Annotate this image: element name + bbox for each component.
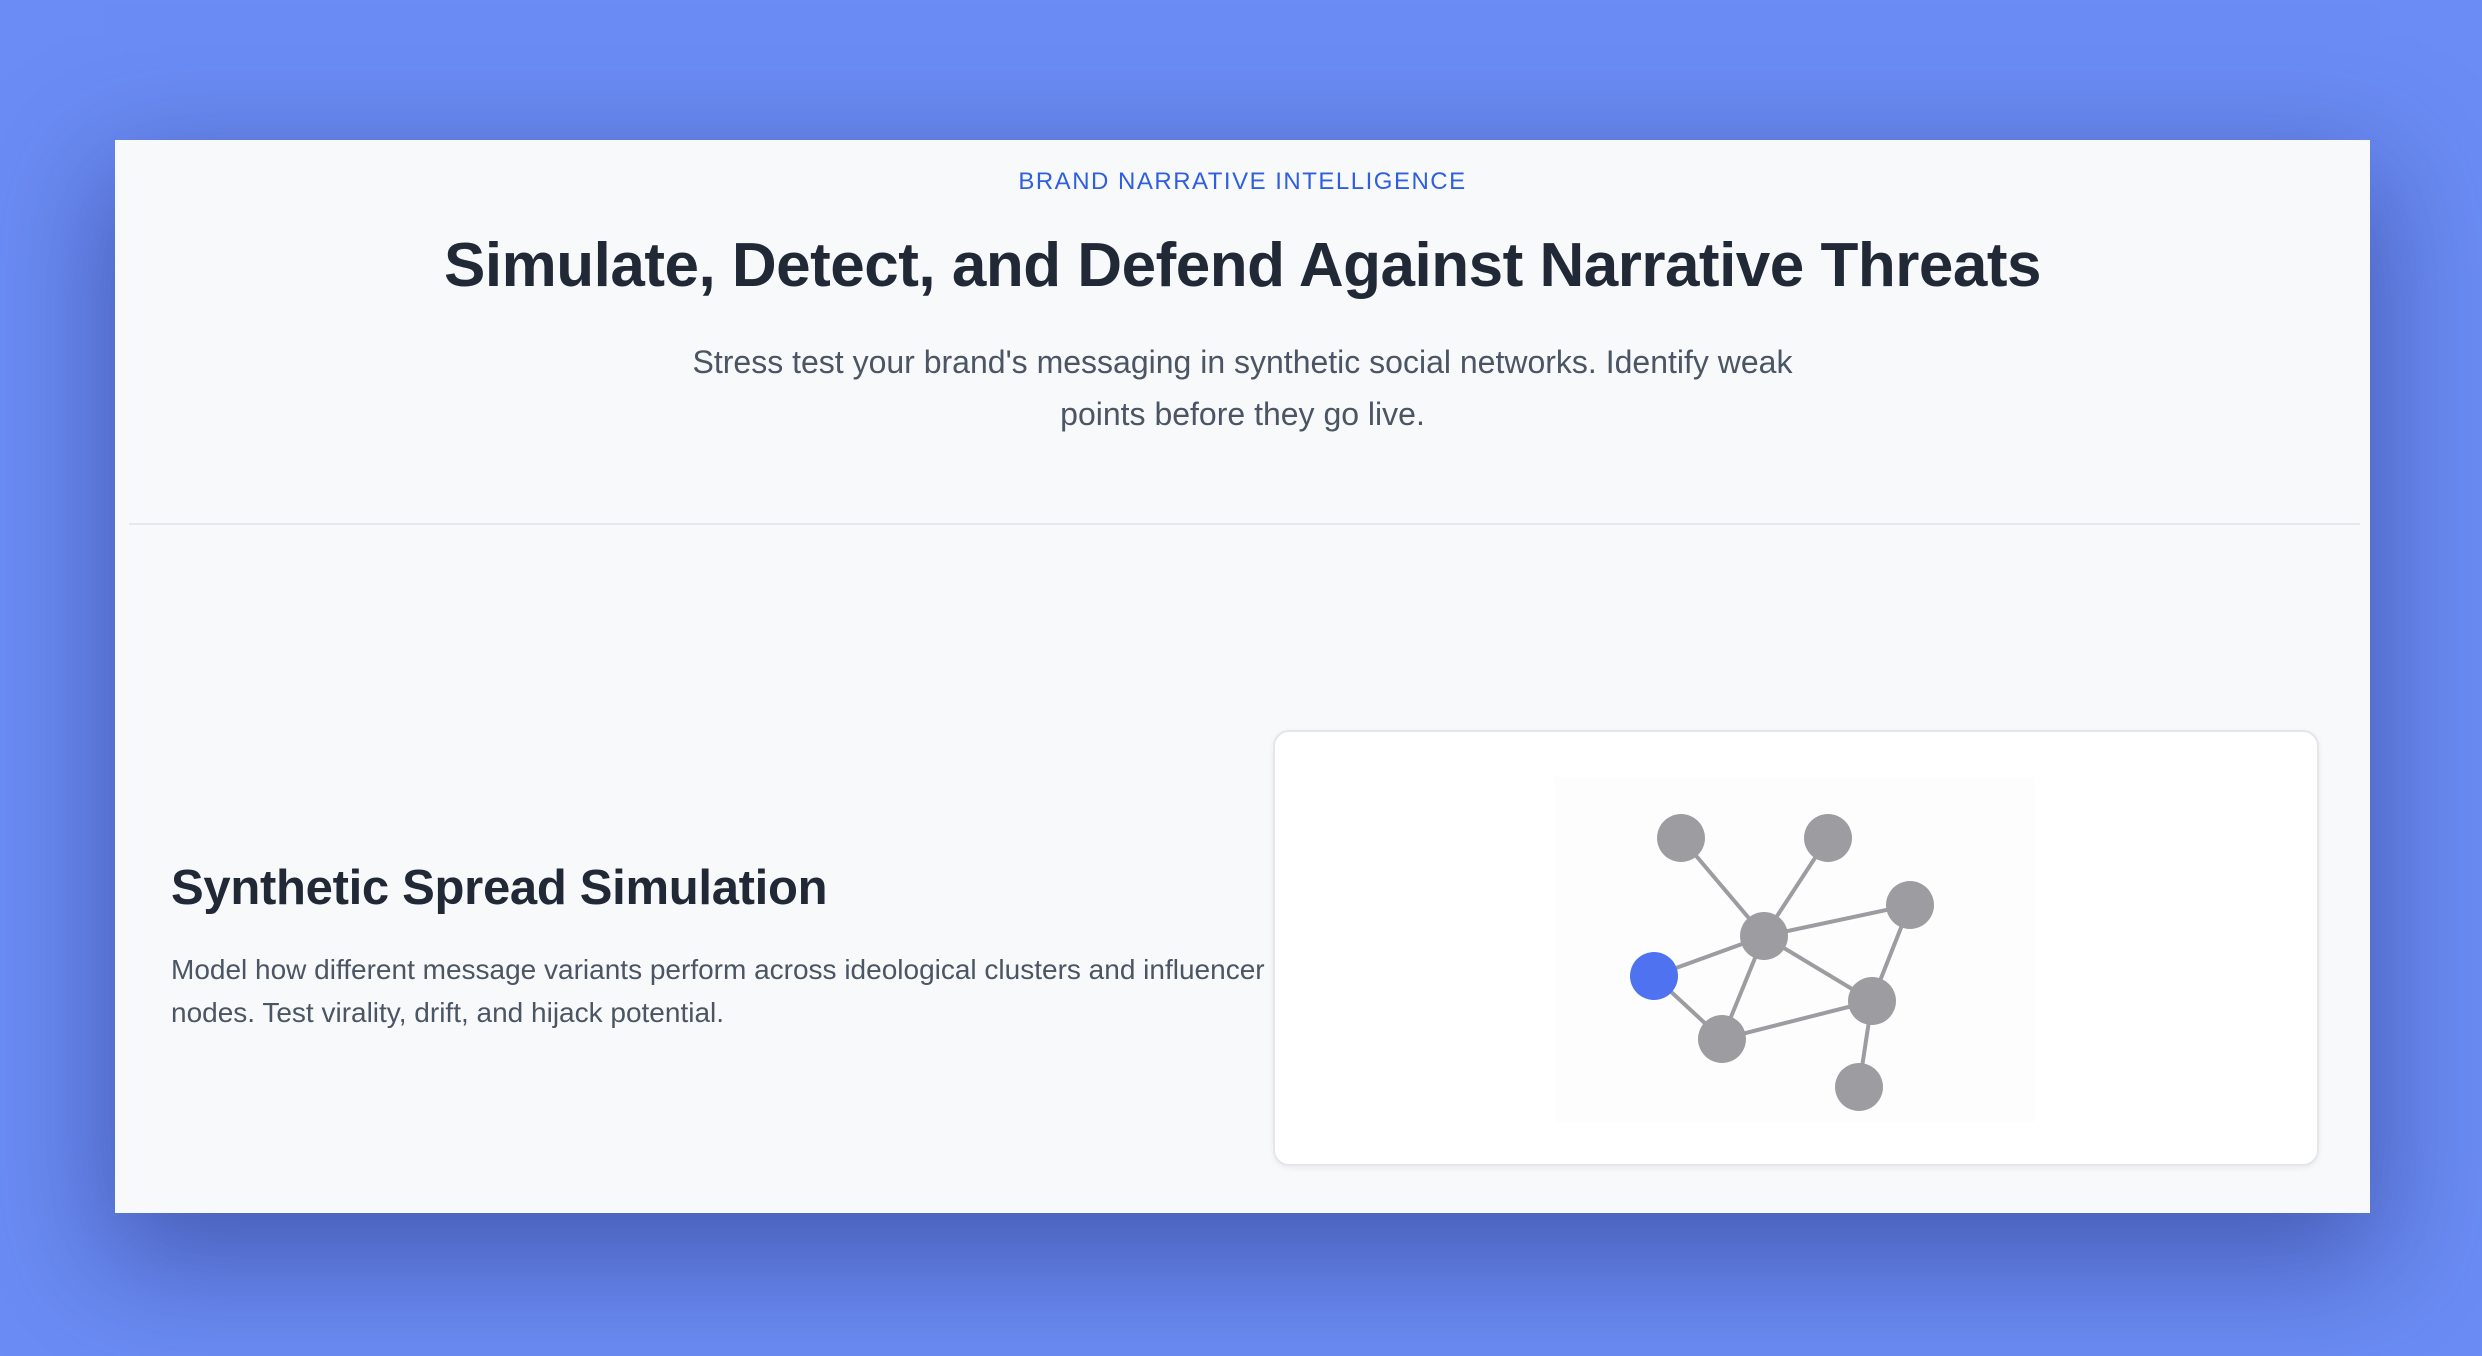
network-graph-area <box>1555 777 2035 1122</box>
section-divider <box>129 523 2360 525</box>
network-visualization-card <box>1273 730 2319 1166</box>
eyebrow-label: BRAND NARRATIVE INTELLIGENCE <box>1018 168 1467 195</box>
network-node <box>1886 881 1934 929</box>
seed-node <box>1630 952 1678 1000</box>
network-node <box>1848 977 1896 1025</box>
feature-title: Synthetic Spread Simulation <box>171 861 828 915</box>
network-node <box>1835 1063 1883 1111</box>
feature-description: Model how different message variants per… <box>171 954 1265 1028</box>
network-edges <box>1652 836 1912 1089</box>
landing-section: BRAND NARRATIVE INTELLIGENCE Simulate, D… <box>115 140 2370 1213</box>
network-hub-node <box>1740 912 1788 960</box>
network-graph-icon <box>1630 814 1934 1111</box>
page-subtitle: Stress test your brand's messaging in sy… <box>692 344 1793 432</box>
network-node <box>1657 814 1705 862</box>
network-node <box>1698 1015 1746 1063</box>
network-node <box>1804 814 1852 862</box>
page-title: Simulate, Detect, and Defend Against Nar… <box>444 231 2041 300</box>
